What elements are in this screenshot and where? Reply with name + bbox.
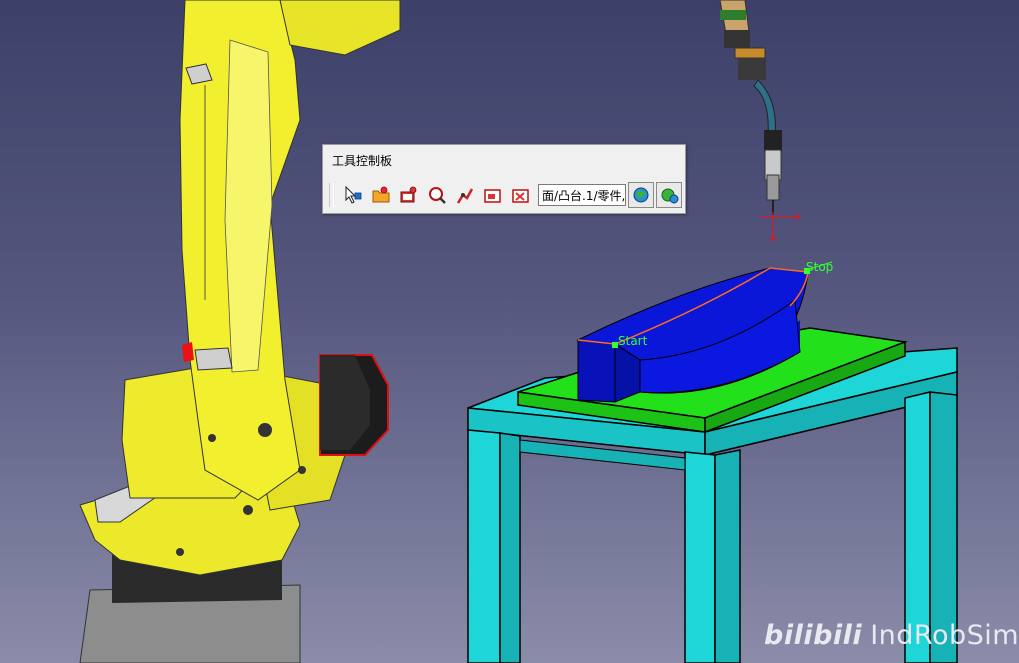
tool-palette[interactable]: 工具控制板 面/凸台.1/零件, [322,144,686,214]
robot-arm-icon [456,188,474,204]
frame-target-icon [484,189,501,203]
robot-arm-button[interactable] [452,182,478,208]
target-field[interactable]: 面/凸台.1/零件, [538,184,626,206]
channel-name: IndRobSim [870,620,1019,651]
scene-graphics [79,0,958,663]
magnify-target-icon [429,187,446,204]
select-arrow-icon [345,185,362,204]
bilibili-logo: bilibili [764,620,863,651]
frame-remove-button[interactable] [508,182,534,208]
toolbar-grip[interactable] [329,183,334,207]
globe-button[interactable] [656,182,682,208]
robot-arm[interactable] [79,0,401,663]
frame-remove-icon [512,189,529,203]
open-folder-button[interactable] [368,182,394,208]
palette-title: 工具控制板 [332,154,393,168]
stop-label: Stop [806,260,834,274]
globe-icon [661,188,679,204]
camera-target-button[interactable] [396,182,422,208]
globe-settings-icon [633,187,649,203]
select-arrow-button[interactable] [340,182,366,208]
globe-settings-button[interactable] [628,182,654,208]
frame-target-button[interactable] [480,182,506,208]
welding-torch[interactable] [719,0,801,242]
watermark: bilibili IndRobSim [764,620,1019,651]
start-label: Start [618,334,648,348]
3d-viewport[interactable]: Start Stop [0,0,1019,663]
palette-toolbar: 面/凸台.1/零件, [329,181,684,209]
camera-target-icon [400,186,417,203]
magnify-target-button[interactable] [424,182,450,208]
open-folder-icon [372,186,390,203]
